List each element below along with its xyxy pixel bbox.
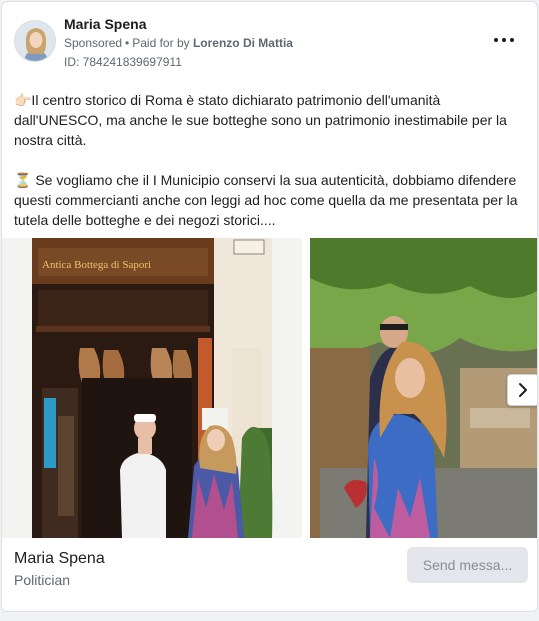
sponsored-label: Sponsored xyxy=(64,36,123,50)
paid-for-label: Paid for by xyxy=(132,36,190,50)
payer-name: Lorenzo Di Mattia xyxy=(192,36,293,50)
carousel-image-shop[interactable]: Antica Bottega di Sapori xyxy=(2,238,302,538)
footer-page-name[interactable]: Maria Spena xyxy=(14,550,105,568)
separator-dot: • xyxy=(125,36,130,50)
carousel-footer: Maria Spena Politician Send messa... xyxy=(2,538,537,611)
send-message-button[interactable]: Send messa... xyxy=(407,547,528,583)
avatar[interactable] xyxy=(14,20,56,62)
post-body: 👉🏻Il centro storico di Roma è stato dich… xyxy=(14,90,529,250)
carousel-image-street[interactable] xyxy=(310,238,537,538)
shop-sign-text: Antica Bottega di Sapori xyxy=(42,259,151,271)
sponsored-line: Sponsored • Paid for by Lorenzo Di Mattia xyxy=(64,36,293,50)
author-name[interactable]: Maria Spena xyxy=(64,16,146,32)
image-carousel: Antica Bottega di Sapori xyxy=(2,238,537,538)
more-options-icon[interactable] xyxy=(493,30,517,50)
footer-page-category: Politician xyxy=(14,572,71,588)
post-paragraph-1: 👉🏻Il centro storico di Roma è stato dich… xyxy=(14,92,507,148)
carousel-next-button[interactable] xyxy=(507,374,537,406)
post-header: Maria Spena Sponsored • Paid for by Lorenz… xyxy=(14,14,525,72)
ad-id: ID: 784241839697911 xyxy=(64,55,182,69)
ad-card: Maria Spena Sponsored • Paid for by Lorenz… xyxy=(1,1,538,612)
chevron-right-icon xyxy=(519,383,527,397)
post-paragraph-2: ⏳ Se vogliamo che il I Municipio conserv… xyxy=(14,172,518,228)
